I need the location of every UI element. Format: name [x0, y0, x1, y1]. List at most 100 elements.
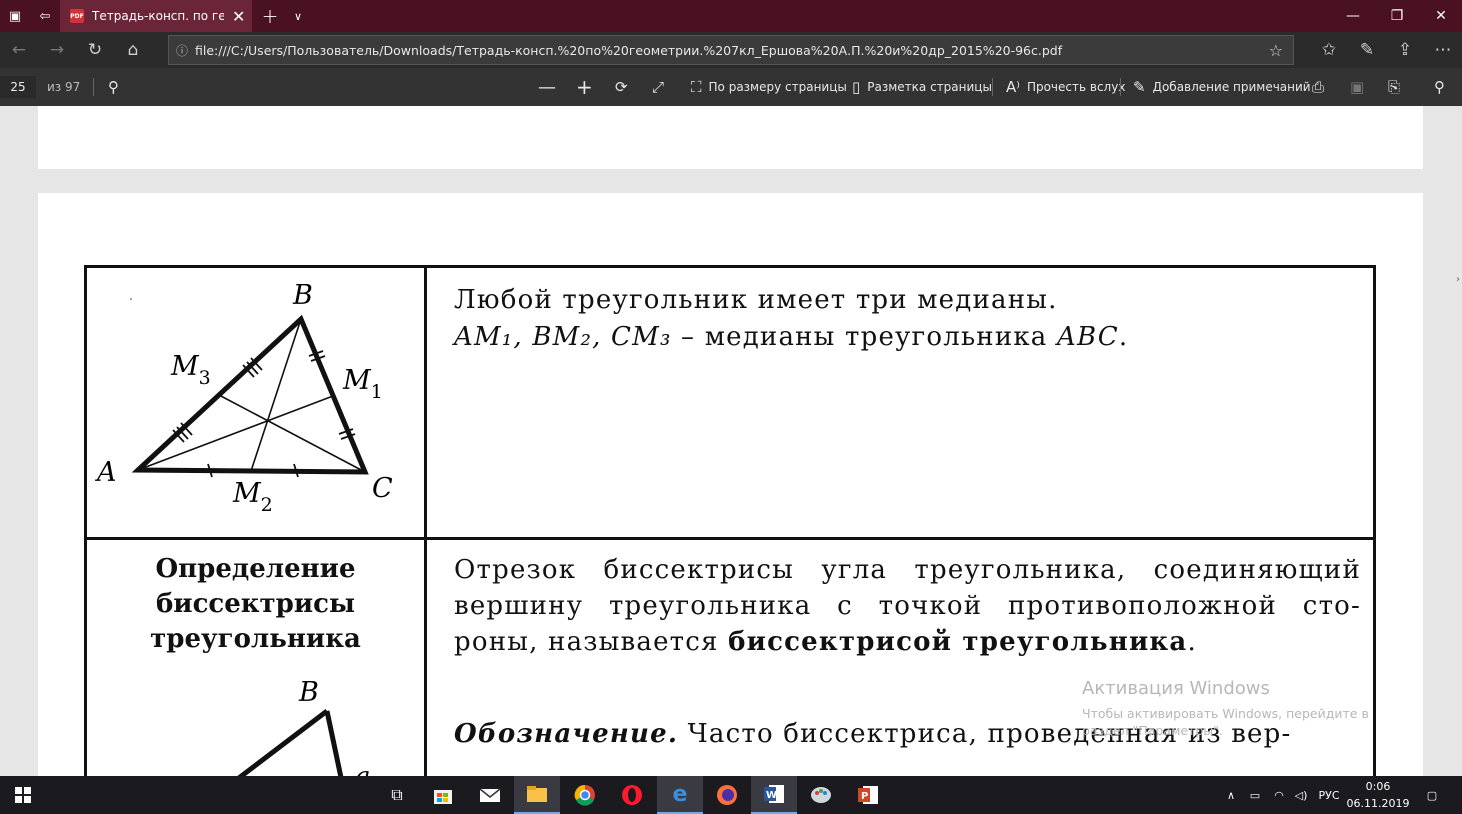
- url-text[interactable]: file:///C:/Users/Пользователь/Downloads/…: [195, 43, 1255, 58]
- tab-title: Тетрадь-консп. по геом: [92, 9, 224, 23]
- vertex-c-label: C: [372, 473, 393, 504]
- rotate-icon[interactable]: ⟳: [615, 68, 635, 106]
- zoom-in-icon[interactable]: +: [576, 68, 600, 106]
- clock[interactable]: 0:06 06.11.2019: [1345, 778, 1411, 812]
- print-icon[interactable]: ⎙: [1312, 68, 1331, 106]
- page-layout-icon: ▯: [852, 78, 861, 96]
- medians-statement: Любой треугольник имеет три медианы.: [454, 285, 1058, 315]
- read-aloud-button[interactable]: A⁾ Прочесть вслух: [1006, 68, 1125, 106]
- file-explorer-icon[interactable]: [514, 776, 560, 814]
- def-title-line: Определение: [155, 554, 356, 584]
- bisector-title-cell: Определение биссектрисы треугольника B a: [84, 537, 427, 776]
- tab-pdf[interactable]: PDF Тетрадь-консп. по геом ✕: [60, 0, 252, 32]
- word-icon[interactable]: W: [751, 776, 797, 814]
- pdf-toolbar: 25 из 97 ⚲ — + ⟳ ⤢ ⛶ По размеру страницы …: [0, 68, 1462, 106]
- opera-icon[interactable]: [609, 776, 655, 814]
- store-icon[interactable]: [420, 776, 466, 814]
- period: .: [1187, 627, 1197, 657]
- mail-icon[interactable]: [467, 776, 513, 814]
- paint-icon[interactable]: [798, 776, 844, 814]
- chrome-icon[interactable]: [562, 776, 608, 814]
- pin-toolbar-icon[interactable]: ⚲: [1434, 68, 1452, 106]
- document-viewer[interactable]: A B C M3 M1 M2 Любой треугольник имеет т…: [0, 106, 1462, 776]
- powerpoint-icon[interactable]: P: [845, 776, 891, 814]
- m2-label: M2: [232, 478, 273, 516]
- pen-icon[interactable]: ✎: [1348, 32, 1386, 68]
- clock-time: 0:06: [1365, 780, 1391, 793]
- m1-label: M1: [342, 365, 383, 403]
- favorite-star-icon[interactable]: ☆: [1269, 41, 1283, 60]
- refresh-icon[interactable]: ↻: [76, 32, 114, 68]
- forward-icon[interactable]: →: [38, 32, 76, 68]
- conspect-table: A B C M3 M1 M2 Любой треугольник имеет т…: [84, 265, 1376, 776]
- def-term: биссектрисой треугольника: [728, 627, 1188, 657]
- favorites-icon[interactable]: ✩: [1310, 32, 1348, 68]
- read-aloud-label: Прочесть вслух: [1026, 80, 1126, 94]
- start-windows-icon[interactable]: [0, 776, 46, 814]
- minimize-icon[interactable]: —: [1330, 0, 1376, 32]
- page-layout-button[interactable]: ▯ Разметка страницы: [852, 68, 992, 106]
- more-icon[interactable]: ⋯: [1424, 32, 1462, 68]
- share-icon[interactable]: ⇪: [1386, 32, 1424, 68]
- vertex-b-label: B: [298, 677, 319, 708]
- zoom-out-icon[interactable]: —: [538, 68, 563, 106]
- chevron-down-icon[interactable]: ∨: [288, 0, 308, 32]
- notation-label: Обозначение.: [454, 719, 679, 749]
- notifications-icon[interactable]: ▢: [1420, 776, 1444, 814]
- medians-triangle-figure: A B C M3 M1 M2: [94, 280, 393, 516]
- info-icon[interactable]: ⓘ: [169, 42, 195, 59]
- page-total: из 97: [47, 80, 81, 94]
- def-title-line: треугольника: [150, 624, 361, 654]
- close-window-icon[interactable]: ✕: [1418, 0, 1462, 32]
- back-icon[interactable]: ←: [0, 32, 38, 68]
- bisector-definition-text: Отрезок биссектрисы угла треугольника, с…: [454, 552, 1361, 660]
- save-icon[interactable]: ▣: [1350, 68, 1371, 106]
- scroll-handle-icon[interactable]: ›: [1456, 274, 1462, 288]
- divider: [992, 78, 993, 96]
- restore-icon[interactable]: ❐: [1374, 0, 1420, 32]
- chevron-up-icon[interactable]: ∧: [1222, 776, 1240, 814]
- pdf-icon: PDF: [70, 9, 84, 23]
- medians-dash-text: – медианы треугольника: [671, 322, 1057, 352]
- medians-notation: AM₁, BM₂, CM₃ – медианы треугольника ABC…: [454, 319, 1373, 356]
- clock-date: 06.11.2019: [1346, 797, 1410, 810]
- def-title-line: биссектрисы: [155, 589, 356, 619]
- tab-actions-icon[interactable]: ▣: [0, 0, 30, 32]
- svg-text:P: P: [861, 791, 868, 802]
- language-indicator[interactable]: РУС: [1314, 776, 1344, 814]
- pen-icon: ✎: [1133, 78, 1146, 96]
- bisector-triangle-figure: B a: [237, 677, 371, 776]
- navigation-bar: ← → ↻ ⌂ ⓘ file:///C:/Users/Пользователь/…: [0, 32, 1462, 68]
- medians-text-cell: Любой треугольник имеет три медианы. AM₁…: [424, 265, 1376, 540]
- table-row: Определение биссектрисы треугольника B a…: [84, 537, 1376, 776]
- title-bar: ▣ ⇦ PDF Тетрадь-консп. по геом ✕ + ∨ — ❐…: [0, 0, 1462, 32]
- divider: [93, 78, 94, 96]
- add-notes-button[interactable]: ✎ Добавление примечаний: [1133, 68, 1311, 106]
- task-view-icon[interactable]: ⧉: [374, 776, 420, 814]
- taskbar: ⧉ e W P ∧ ▭ ◠ ◁) РУС 0:06 06.11.2019 ▢: [0, 776, 1462, 814]
- page-number-input[interactable]: 25: [0, 76, 36, 98]
- fit-page-button[interactable]: ⛶ По размеру страницы: [691, 68, 847, 106]
- home-icon[interactable]: ⌂: [114, 32, 152, 68]
- svg-text:W: W: [766, 790, 777, 801]
- save-as-icon[interactable]: ⎘: [1388, 68, 1407, 106]
- activation-watermark-text: Чтобы активировать Windows, перейдите в …: [1082, 706, 1369, 738]
- fullscreen-icon[interactable]: ⤢: [652, 68, 671, 106]
- tabs-aside-icon[interactable]: ⇦: [30, 0, 60, 32]
- vertex-a-label: A: [94, 457, 117, 488]
- wifi-icon[interactable]: ◠: [1268, 776, 1290, 814]
- address-bar[interactable]: ⓘ file:///C:/Users/Пользователь/Download…: [168, 35, 1294, 65]
- page-layout-label: Разметка страницы: [867, 80, 992, 94]
- period: .: [1118, 322, 1129, 352]
- edge-icon[interactable]: e: [657, 776, 703, 814]
- m3-label: M3: [170, 351, 211, 389]
- firefox-icon[interactable]: [704, 776, 750, 814]
- battery-icon[interactable]: ▭: [1244, 776, 1266, 814]
- bisector-definition-cell: Отрезок биссектрисы угла треугольника, с…: [424, 537, 1376, 776]
- medians-figure-cell: A B C M3 M1 M2: [84, 265, 427, 540]
- tab-close-icon[interactable]: ✕: [232, 7, 245, 26]
- new-tab-icon[interactable]: +: [258, 0, 282, 32]
- fit-page-label: По размеру страницы: [708, 80, 847, 94]
- search-icon[interactable]: ⚲: [108, 68, 126, 106]
- volume-icon[interactable]: ◁): [1290, 776, 1312, 814]
